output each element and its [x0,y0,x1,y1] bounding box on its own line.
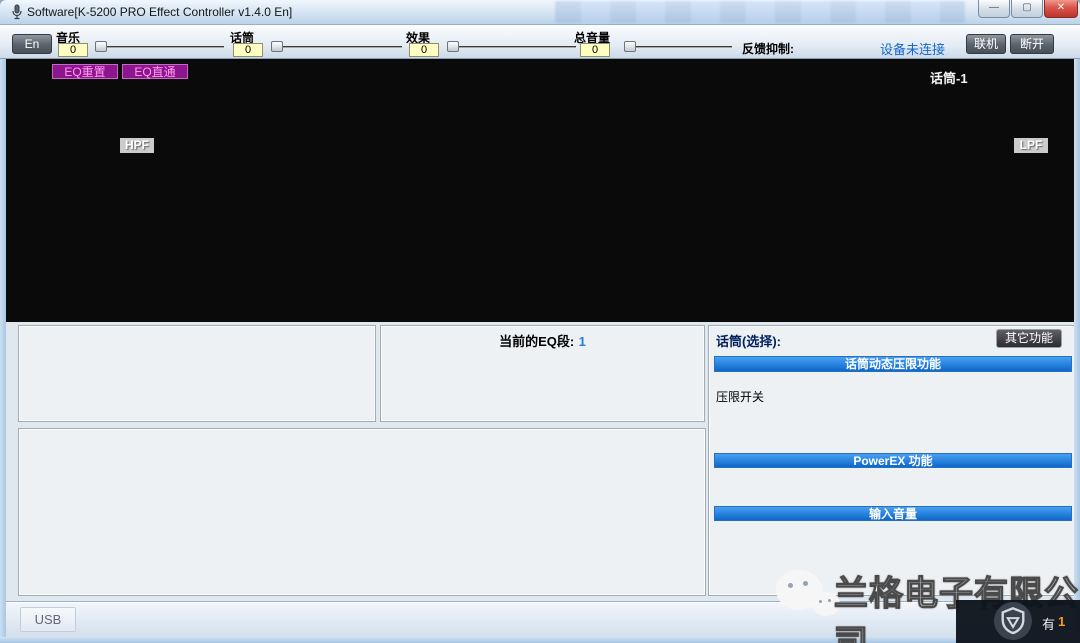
powerex-header: PowerEX 功能 [714,453,1072,468]
filter-panel [18,325,376,422]
titlebar-artifact [555,1,965,23]
window-title: Software[K-5200 PRO Effect Controller v1… [27,5,292,19]
toolbar-channel-slider[interactable] [450,41,576,52]
current-eq-title: 当前的EQ段: 1 [380,331,705,351]
toolbar-channel-value[interactable]: 0 [409,43,439,57]
close-button[interactable]: ✕ [1044,0,1078,18]
titlebar: Software[K-5200 PRO Effect Controller v1… [0,0,1080,25]
slider-thumb[interactable] [271,41,283,52]
toolbar-channel-slider[interactable] [98,41,224,52]
app-window: Software[K-5200 PRO Effect Controller v1… [0,0,1080,643]
eq-graph [6,59,1074,322]
current-eq-title-text: 当前的EQ段: [499,334,574,349]
toolbar-channel-value[interactable]: 0 [580,43,610,57]
other-functions-button[interactable]: 其它功能 [996,329,1062,348]
slider-track[interactable] [98,46,224,48]
device-status: 设备未连接 [880,39,945,58]
app-icon [9,4,25,21]
compressor-switch-label: 压限开关 [716,388,764,405]
shield-icon [994,602,1032,640]
minimize-button[interactable]: — [978,0,1010,18]
lpf-marker[interactable]: LPF [1014,138,1048,153]
badge-prefix: 有 [1042,614,1055,633]
mic-select-label: 话筒(选择): [716,331,781,350]
input-volume-header: 输入音量 [714,506,1072,521]
toolbar-channel-value[interactable]: 0 [233,43,263,57]
security-badge-box: 有 1 [956,600,1080,643]
toolbar-channel-value[interactable]: 0 [58,43,88,57]
slider-thumb[interactable] [624,41,636,52]
graph-channel-label: 话筒-1 [930,68,968,87]
current-eq-index: 1 [579,334,586,349]
slider-thumb[interactable] [95,41,107,52]
slider-track[interactable] [450,46,576,48]
eq-bypass-button[interactable]: EQ直通 [122,64,188,79]
badge-count: 1 [1058,614,1065,629]
eq-table-panel [18,428,706,596]
usb-label: USB [20,607,76,632]
compressor-header: 话筒动态压限功能 [714,356,1072,372]
slider-thumb[interactable] [447,41,459,52]
toolbar-channel-slider[interactable] [628,41,732,52]
disconnect-button[interactable]: 断开 [1010,34,1054,54]
window-border-left [0,25,6,643]
feedback-label: 反馈抑制: [742,40,794,57]
hpf-marker[interactable]: HPF [120,138,154,153]
connect-button[interactable]: 联机 [966,34,1006,54]
window-border-right [1074,25,1080,643]
maximize-button[interactable]: ▢ [1011,0,1043,18]
eq-reset-button[interactable]: EQ重置 [52,64,118,79]
language-button[interactable]: En [12,34,52,54]
toolbar-channel-slider[interactable] [274,41,402,52]
slider-track[interactable] [274,46,402,48]
slider-track[interactable] [628,46,732,48]
